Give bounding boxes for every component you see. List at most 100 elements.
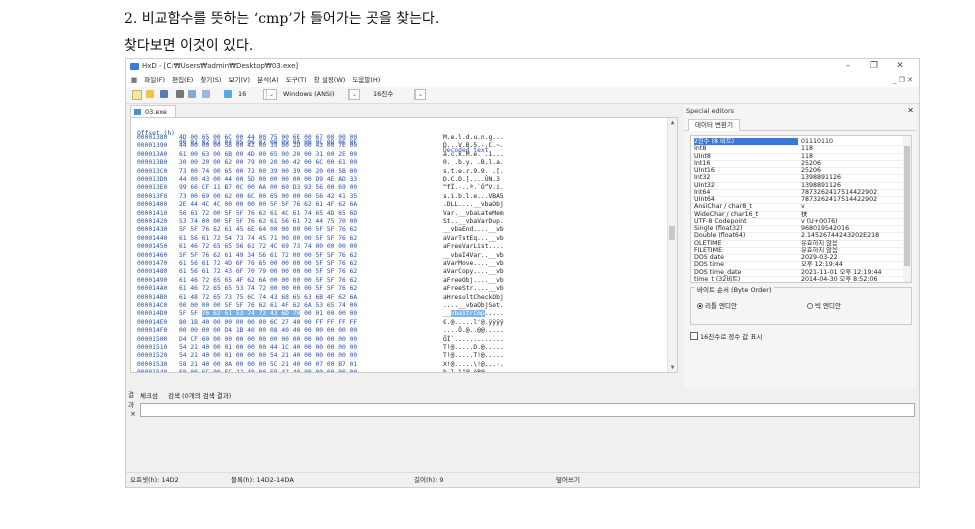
- row-hex-bytes[interactable]: 00 00 00 00 D4 1B 40 00 08 40 40 00 00 0…: [179, 327, 357, 335]
- row-hex-bytes[interactable]: 30 00 20 00 62 00 79 00 20 00 42 00 6C 0…: [179, 159, 357, 167]
- row-hex-bytes[interactable]: 61 48 72 65 73 75 6C 74 43 68 65 63 6B 4…: [179, 294, 357, 302]
- offset-base-dropdown[interactable]: ⌄: [414, 89, 426, 100]
- offset-base-select[interactable]: 16진수: [370, 89, 410, 100]
- minimize-button[interactable]: –: [835, 59, 861, 74]
- inspector-value[interactable]: v (U+0076): [801, 218, 904, 225]
- menu-view[interactable]: 보기(V): [229, 74, 250, 87]
- print-icon[interactable]: [176, 90, 184, 98]
- inspector-value[interactable]: 25206: [801, 167, 904, 174]
- inspector-value[interactable]: v: [801, 203, 904, 210]
- row-decoded-text[interactable]: __vbaI4Var..__vb: [443, 252, 504, 260]
- big-endian-radio[interactable]: 빅 엔디안: [807, 300, 841, 310]
- menu-app-icon[interactable]: ▦: [131, 74, 137, 87]
- selected-text[interactable]: vbaStrCmp: [450, 310, 485, 318]
- row-decoded-text[interactable]: s.t.e.r.9.9. .[.: [443, 168, 504, 176]
- row-decoded-text[interactable]: Var.__vbaLateMem: [443, 210, 504, 218]
- row-decoded-text[interactable]: __vbaEnd....__vb: [443, 226, 504, 234]
- row-hex-bytes[interactable]: 53 74 00 00 5F 5F 76 62 61 56 61 72 44 7…: [179, 218, 357, 226]
- scroll-thumb[interactable]: [669, 226, 675, 240]
- columns-icon[interactable]: [224, 90, 232, 98]
- data-inspector-grid[interactable]: 2진수 (8 비트) 01110110 Int8 118 UInt8 118 Int16 25…: [690, 135, 912, 283]
- charset-dropdown[interactable]: ⌄: [348, 89, 360, 100]
- row-hex-bytes[interactable]: 00 00 00 00 5F 5F 76 62 61 4F 62 6A 53 6…: [179, 302, 357, 310]
- inspector-value[interactable]: 2029-03-22: [801, 254, 904, 261]
- hex-integer-checkbox[interactable]: 16진수로 정수 값 표시: [690, 331, 762, 341]
- scroll-up-icon[interactable]: ▲: [668, 119, 677, 126]
- row-decoded-text[interactable]: D...V.B.5.-.C.~.: [443, 142, 504, 150]
- row-decoded-text[interactable]: X!@.....\!@...·.: [443, 361, 504, 369]
- row-decoded-text[interactable]: T!@.....T!@.....: [443, 352, 504, 360]
- row-decoded-text[interactable]: M.e.l.d.u.n.g...: [443, 134, 504, 142]
- row-hex-bytes[interactable]: 5F 5F 76 62 61 45 6E 64 00 00 00 00 5F 5…: [179, 226, 357, 234]
- row-decoded-text[interactable]: aVarCopy....__vb: [443, 268, 504, 276]
- disk-icon[interactable]: [188, 90, 196, 98]
- menu-help[interactable]: 도움말(H): [352, 74, 380, 87]
- row-hex-bytes[interactable]: 54 21 40 00 01 00 00 00 44 1C 40 00 00 0…: [179, 344, 357, 352]
- tab-checksum[interactable]: 체크섬: [140, 390, 158, 400]
- row-hex-bytes[interactable]: 61 46 72 65 65 53 74 72 00 00 00 00 5F 5…: [179, 285, 357, 293]
- row-decoded-text[interactable]: h.l.ì"@.èB@.....: [443, 369, 504, 372]
- row-hex-bytes[interactable]: 80 1B 40 00 00 00 00 00 6C 27 40 00 FF F…: [179, 319, 357, 327]
- row-decoded-text[interactable]: .DLL....__vbaObj: [443, 201, 504, 209]
- row-decoded-text[interactable]: aVarTstEq...__vb: [443, 235, 504, 243]
- row-decoded-text[interactable]: T!@.....D.@.....: [443, 344, 504, 352]
- row-decoded-text[interactable]: €.@.....l'@.ÿÿÿÿ: [443, 319, 504, 327]
- inspector-value[interactable]: 1398891126: [801, 182, 904, 189]
- row-decoded-text[interactable]: St..__vbaVarDup.: [443, 218, 504, 226]
- row-hex-bytes[interactable]: 61 46 72 65 65 4F 62 6A 00 00 00 00 5F 5…: [179, 277, 357, 285]
- inspector-value[interactable]: 118: [801, 153, 904, 160]
- inspector-value[interactable]: 01110110: [801, 138, 904, 145]
- row-hex-bytes[interactable]: 44 00 00 00 56 00 42 00 35 00 2D 00 43 0…: [179, 142, 357, 150]
- inspector-value[interactable]: 2021-11-01 오후 12:19:44: [801, 269, 904, 276]
- inspector-value[interactable]: 扶: [801, 211, 904, 218]
- row-hex-bytes[interactable]: 5F 5F 76 62 61 49 34 56 61 72 00 00 5F 5…: [179, 252, 357, 260]
- menu-window[interactable]: 창 설정(W): [314, 74, 346, 87]
- new-file-icon[interactable]: [132, 90, 142, 100]
- row-decoded-text[interactable]: a.c.k.M.e. .1...: [443, 151, 504, 159]
- search-results-list[interactable]: [140, 403, 915, 417]
- menu-tools[interactable]: 도구(T): [286, 74, 307, 87]
- inspector-value[interactable]: 2014-04-30 오후 8:52:06: [801, 276, 904, 282]
- inspector-value[interactable]: 유효하지 않음: [801, 247, 904, 254]
- row-decoded-text[interactable]: aFreeStr....__vb: [443, 285, 504, 293]
- inspector-scrollbar[interactable]: [903, 136, 911, 282]
- row-decoded-text[interactable]: aHresultCheckObj: [443, 294, 504, 302]
- inspector-value[interactable]: 25206: [801, 160, 904, 167]
- tab-search-results[interactable]: 검색 (0개의 검색 결과): [168, 390, 231, 400]
- menu-analysis[interactable]: 분석(A): [257, 74, 278, 87]
- row-hex-bytes[interactable]: 61 00 63 00 6B 00 4D 00 65 00 20 00 31 0…: [179, 151, 357, 159]
- little-endian-radio[interactable]: 리틀 엔디안: [697, 300, 737, 310]
- row-hex-bytes[interactable]: 58 21 40 00 0A 00 00 00 5C 21 40 00 07 0…: [179, 361, 357, 369]
- row-decoded-text[interactable]: s.i.b.l.e...VBA5: [443, 193, 504, 201]
- row-hex-bytes[interactable]: 2E 44 4C 4C 00 00 00 00 5F 5F 76 62 61 4…: [179, 201, 357, 209]
- mdi-window-controls[interactable]: _ ❐ ✕: [893, 74, 913, 87]
- inspector-value[interactable]: 968019542016: [801, 225, 904, 232]
- inspector-value[interactable]: 오후 12:19:44: [801, 261, 904, 268]
- row-hex-bytes[interactable]: 68 00 6C 00 EC 22 40 00 E8 42 40 00 00 0…: [179, 369, 357, 372]
- row-hex-bytes[interactable]: 4D 00 65 00 6C 00 44 00 75 00 6E 00 67 0…: [179, 134, 357, 142]
- row-hex-bytes[interactable]: 99 66 CF 11 B7 0C 00 AA 00 60 D3 93 56 0…: [179, 184, 357, 192]
- bytes-per-row-dropdown[interactable]: ⌄: [263, 89, 277, 100]
- row-decoded-text[interactable]: aFreeObj....__vb: [443, 277, 504, 285]
- special-editors-close-icon[interactable]: ✕: [907, 106, 914, 115]
- row-decoded-text[interactable]: aVarMove....__vb: [443, 260, 504, 268]
- scroll-down-icon[interactable]: ▼: [668, 364, 677, 371]
- inspector-value[interactable]: 7873262417514422902: [801, 196, 904, 203]
- inspector-value[interactable]: 2.14526744243202E218: [801, 232, 904, 239]
- inspector-value[interactable]: 1398891126: [801, 174, 904, 181]
- menu-search[interactable]: 찾기(S): [200, 74, 221, 87]
- inspector-row[interactable]: time_t (32비트) 2014-04-30 오후 8:52:06: [691, 276, 904, 282]
- row-hex-bytes[interactable]: 61 56 61 72 4D 6F 76 65 00 00 00 00 5F 5…: [179, 260, 357, 268]
- menu-edit[interactable]: 편집(E): [172, 74, 193, 87]
- row-hex-bytes[interactable]: 56 61 72 00 5F 5F 76 62 61 4C 61 74 65 4…: [179, 210, 357, 218]
- inspector-value[interactable]: 7873262417514422902: [801, 189, 904, 196]
- row-hex-bytes[interactable]: 61 46 72 65 65 56 61 72 4C 69 73 74 00 0…: [179, 243, 357, 251]
- row-decoded-text[interactable]: __vbaStrCmp.....: [443, 310, 504, 318]
- ram-icon[interactable]: [202, 90, 210, 98]
- charset-select[interactable]: Windows (ANSI): [280, 89, 346, 100]
- inspector-value[interactable]: 유효하지 않음: [801, 240, 904, 247]
- row-hex-bytes[interactable]: 54 21 40 00 01 00 00 00 54 21 40 00 00 0…: [179, 352, 357, 360]
- row-hex-bytes[interactable]: 44 00 43 00 44 00 5D 00 00 00 00 00 D9 4…: [179, 176, 357, 184]
- row-decoded-text[interactable]: ....__vbaObjSet.: [443, 302, 504, 310]
- row-hex-bytes[interactable]: 73 00 69 00 62 00 6C 00 65 00 00 00 56 4…: [179, 193, 357, 201]
